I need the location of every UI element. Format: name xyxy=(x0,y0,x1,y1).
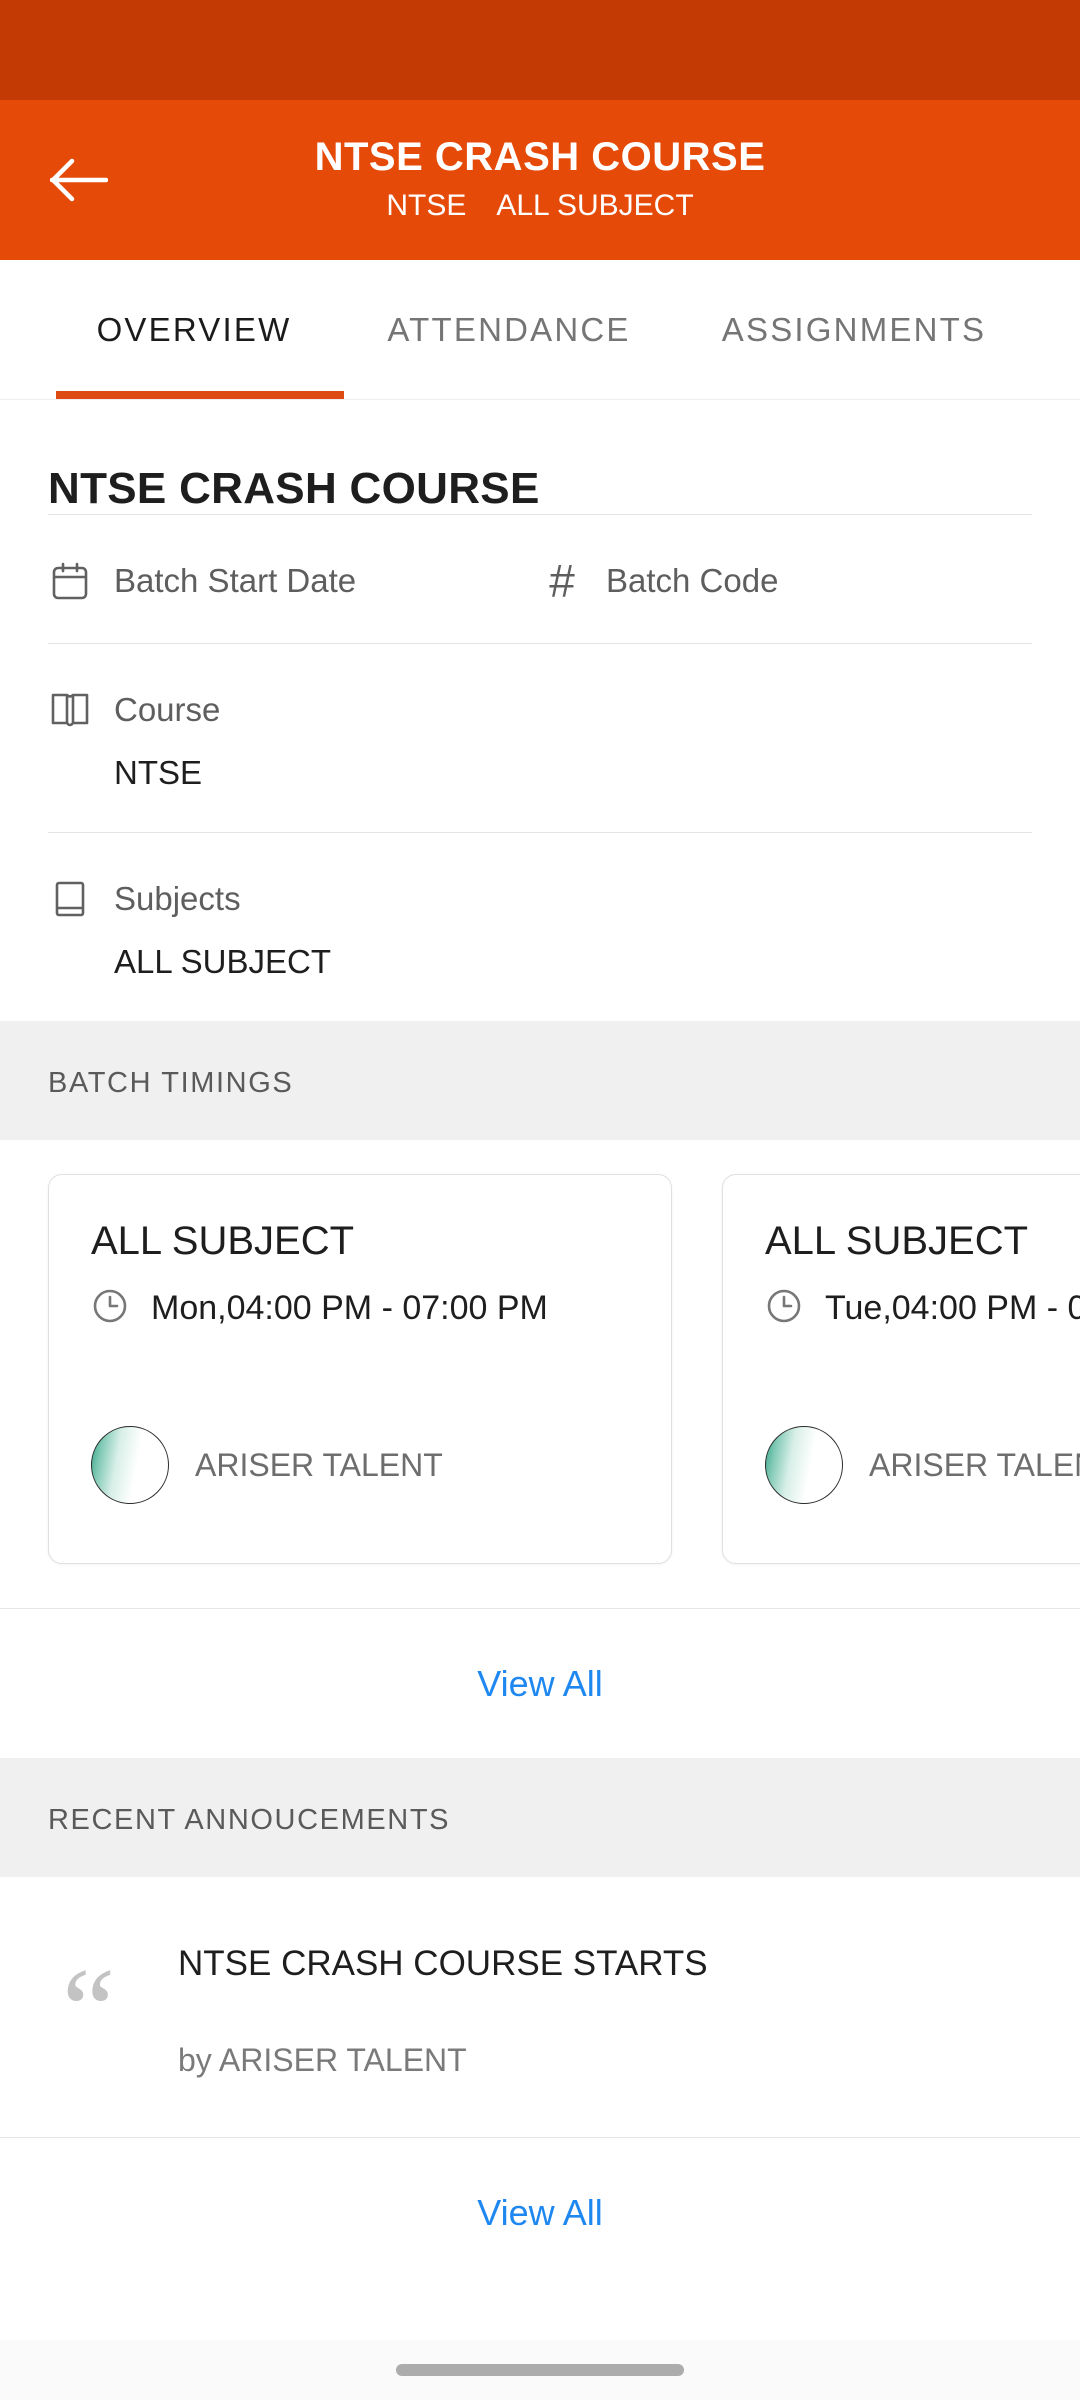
card-teacher-row: ARISER TALENT xyxy=(765,1426,1080,1504)
batch-timing-card[interactable]: ALL SUBJECT Tue,04:00 PM - 07:00 PM ARIS… xyxy=(722,1174,1080,1564)
info-row-subjects: Subjects ALL SUBJECT xyxy=(48,833,1032,1021)
announcements-view-all-row[interactable]: View All xyxy=(0,2137,1080,2287)
field-head: # Batch Code xyxy=(540,555,1032,607)
announcement-title: NTSE CRASH COURSE STARTS xyxy=(178,1943,708,1983)
quote-icon: “ xyxy=(62,1943,116,2076)
card-teacher-name: ARISER TALENT xyxy=(869,1446,1080,1483)
batch-timings-carousel[interactable]: ALL SUBJECT Mon,04:00 PM - 07:00 PM ARIS… xyxy=(0,1140,1080,1608)
field-label: Subjects xyxy=(114,880,241,917)
section-header-announcements: RECENT ANNOUCEMENTS xyxy=(0,1758,1080,1877)
info-row-batch: Batch Start Date # Batch Code xyxy=(48,515,1032,643)
announcement-body: NTSE CRASH COURSE STARTS by ARISER TALEN… xyxy=(178,1942,1032,2079)
clock-icon xyxy=(765,1287,803,1330)
app-bar-titles: NTSE CRASH COURSE NTSE ALL SUBJECT xyxy=(0,100,1080,260)
card-teacher-name: ARISER TALENT xyxy=(195,1446,443,1483)
field-head: Course xyxy=(48,688,220,732)
card-subject: ALL SUBJECT xyxy=(765,1219,1029,1263)
card-time-row: Tue,04:00 PM - 07:00 PM xyxy=(765,1287,1080,1330)
arrow-left-icon xyxy=(50,157,108,203)
subtitle-course: NTSE xyxy=(386,189,467,222)
page-title: NTSE CRASH COURSE xyxy=(314,135,766,179)
info-row-course: Course NTSE xyxy=(48,644,1032,832)
announcement-author: by ARISER TALENT xyxy=(178,2041,467,2078)
status-bar xyxy=(0,0,1080,100)
batch-timing-card[interactable]: ALL SUBJECT Mon,04:00 PM - 07:00 PM ARIS… xyxy=(48,1174,672,1564)
book-icon xyxy=(48,877,92,921)
field-head: Batch Start Date xyxy=(48,559,540,603)
calendar-icon xyxy=(48,559,92,603)
field-label: Batch Start Date xyxy=(114,562,357,599)
field-course: Course NTSE xyxy=(48,688,220,792)
back-button[interactable] xyxy=(24,125,134,235)
card-time: Mon,04:00 PM - 07:00 PM xyxy=(151,1289,548,1327)
open-book-icon xyxy=(48,688,92,732)
tab-assignments[interactable]: ASSIGNMENTS xyxy=(674,260,1034,399)
view-all-link[interactable]: View All xyxy=(477,2192,602,2234)
card-subject: ALL SUBJECT xyxy=(91,1219,355,1263)
tab-overview[interactable]: OVERVIEW xyxy=(44,260,344,399)
card-teacher-row: ARISER TALENT xyxy=(91,1426,629,1504)
overview-content: NTSE CRASH COURSE Batch Start Date # Bat… xyxy=(0,400,1080,2287)
app-bar-subtitle: NTSE ALL SUBJECT xyxy=(386,186,693,226)
app-bar: NTSE CRASH COURSE NTSE ALL SUBJECT xyxy=(0,100,1080,260)
field-label: Course xyxy=(114,691,221,728)
clock-icon xyxy=(91,1287,129,1330)
subtitle-subject: ALL SUBJECT xyxy=(496,189,694,222)
home-indicator[interactable] xyxy=(396,2364,684,2376)
hash-icon: # xyxy=(549,555,575,607)
course-title: NTSE CRASH COURSE xyxy=(48,464,540,513)
field-value: ALL SUBJECT xyxy=(114,943,332,980)
view-all-link[interactable]: View All xyxy=(477,1663,602,1705)
section-header-batch-timings: BATCH TIMINGS xyxy=(0,1021,1080,1140)
field-head: Subjects xyxy=(48,877,331,921)
avatar xyxy=(91,1426,169,1504)
field-value: NTSE xyxy=(114,754,203,791)
card-time-row: Mon,04:00 PM - 07:00 PM xyxy=(91,1287,629,1330)
field-subjects: Subjects ALL SUBJECT xyxy=(48,877,331,981)
tab-bar: OVERVIEW ATTENDANCE ASSIGNMENTS xyxy=(0,260,1080,400)
card-time: Tue,04:00 PM - 07:00 PM xyxy=(825,1289,1080,1327)
system-gesture-bar xyxy=(0,2340,1080,2400)
announcement-item[interactable]: “ NTSE CRASH COURSE STARTS by ARISER TAL… xyxy=(0,1877,1080,2137)
avatar xyxy=(765,1426,843,1504)
field-label: Batch Code xyxy=(606,562,779,599)
tab-active-indicator xyxy=(56,391,344,399)
course-info-block: Batch Start Date # Batch Code Course NTS… xyxy=(48,514,1032,1021)
field-batch-code: # Batch Code xyxy=(540,555,1032,607)
batch-timings-view-all-row[interactable]: View All xyxy=(0,1608,1080,1758)
tab-attendance[interactable]: ATTENDANCE xyxy=(344,260,674,399)
field-batch-start-date: Batch Start Date xyxy=(48,559,540,603)
